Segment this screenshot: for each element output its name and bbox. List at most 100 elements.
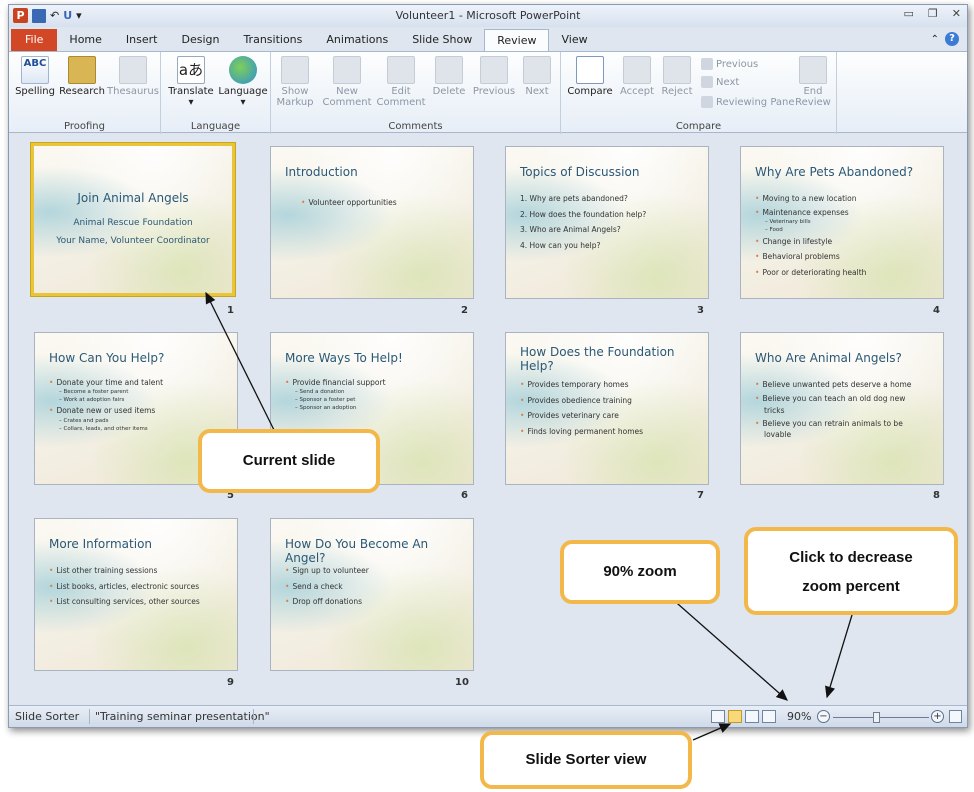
bullet: • List books, articles, electronic source… [49, 581, 200, 591]
edit-comment-button[interactable]: Edit Comment [375, 56, 427, 108]
group-proofing: ABC Spelling Research Thesaurus Proofing [9, 52, 161, 134]
research-button[interactable]: Research [59, 56, 105, 97]
thesaurus-icon [119, 56, 147, 84]
spelling-button[interactable]: ABC Spelling [13, 56, 57, 97]
tab-animations[interactable]: Animations [314, 29, 400, 51]
delete-comment-button[interactable]: Delete [429, 56, 469, 97]
translate-button[interactable]: aあ Translate ▾ [165, 56, 217, 108]
slide-bullets: • Volunteer opportunities [301, 195, 465, 211]
accept-button[interactable]: Accept [617, 56, 657, 97]
zoom-level[interactable]: 90% [787, 710, 811, 723]
status-bar: Slide Sorter "Training seminar presentat… [9, 705, 967, 727]
slide-title: Topics of Discussion [520, 165, 640, 179]
bullet: • List consulting services, other sources [49, 597, 200, 606]
slide-number: 9 [227, 677, 234, 688]
compare-previous-button[interactable]: Previous [701, 58, 758, 70]
language-button[interactable]: Language ▾ [217, 56, 269, 108]
bullet: • Moving to a new location [755, 194, 857, 203]
slide-title: How Can You Help? [49, 351, 165, 365]
zoom-slider-thumb[interactable] [872, 712, 880, 723]
compare-next-label: Next [716, 76, 740, 88]
normal-view-button[interactable] [711, 710, 725, 723]
view-name: Slide Sorter [15, 710, 80, 723]
new-comment-button[interactable]: New Comment [321, 56, 373, 108]
reject-icon [663, 56, 691, 84]
bullet: • Provide financial support [285, 378, 386, 387]
zoom-in-button[interactable]: + [931, 710, 944, 723]
sub-bullet: – Crates and pads [59, 418, 109, 424]
previous-icon [480, 56, 508, 84]
dropdown-arrow-icon: ▾ [188, 97, 194, 108]
callout-slide-sorter-view: Slide Sorter view [480, 731, 692, 789]
tab-slide-show[interactable]: Slide Show [400, 29, 484, 51]
slide-sorter-view-button[interactable] [728, 710, 742, 723]
theme-name[interactable]: "Training seminar presentation" [95, 710, 270, 723]
reject-button[interactable]: Reject [657, 56, 697, 97]
show-markup-button[interactable]: Show Markup [275, 56, 315, 108]
callout-current-slide: Current slide [198, 429, 380, 493]
slide-thumbnail-7[interactable]: How Does the Foundation Help? • Provides … [505, 332, 709, 485]
edit-comment-label-1: Edit [391, 86, 411, 97]
slide-thumbnail-3[interactable]: Topics of Discussion 1. Why are pets aba… [505, 146, 709, 299]
end-review-icon [799, 56, 827, 84]
slide-thumbnail-9[interactable]: More Information • List other training se… [34, 518, 238, 671]
ribbon-tabs: File Home Insert Design Transitions Anim… [9, 27, 967, 51]
previous-comment-button[interactable]: Previous [471, 56, 517, 97]
tab-review[interactable]: Review [484, 29, 550, 51]
tab-insert[interactable]: Insert [114, 29, 170, 51]
sub-bullet: – Sponsor an adoption [295, 405, 357, 411]
edit-comment-label-2: Comment [376, 97, 426, 108]
slide-thumbnail-2[interactable]: Introduction • Volunteer opportunities [270, 146, 474, 299]
slide-title: How Does the Foundation Help? [520, 345, 675, 373]
reviewing-pane-icon [701, 96, 713, 108]
show-markup-label-2: Markup [276, 97, 314, 108]
accept-label: Accept [619, 86, 655, 97]
end-review-button[interactable]: End Review [793, 56, 833, 108]
sub-bullet: – Become a foster parent [59, 389, 129, 395]
compare-next-button[interactable]: Next [701, 76, 739, 88]
bullet: • Behavioral problems [755, 252, 840, 261]
minimize-icon[interactable]: ▭ [904, 7, 914, 20]
restore-icon[interactable]: ❐ [928, 7, 938, 20]
slide-thumbnail-8[interactable]: Who Are Animal Angels? • Believe unwanted… [740, 332, 944, 485]
zoom-slider-track[interactable] [833, 717, 929, 718]
end-review-label-2: Review [795, 97, 831, 108]
slide-thumbnail-10[interactable]: How Do You Become An Angel? • Sign up to … [270, 518, 474, 671]
bullet: • Send a check [285, 581, 343, 591]
next-comment-button[interactable]: Next [519, 56, 555, 97]
minimize-ribbon-icon[interactable]: ⌃ [931, 34, 939, 45]
tab-view[interactable]: View [549, 29, 599, 51]
help-icon[interactable]: ? [945, 32, 959, 46]
zoom-out-button[interactable]: − [817, 710, 830, 723]
slide-thumbnail-4[interactable]: Why Are Pets Abandoned? • Moving to a new… [740, 146, 944, 299]
thesaurus-button[interactable]: Thesaurus [107, 56, 159, 97]
slide-title: Why Are Pets Abandoned? [755, 165, 914, 179]
tab-design[interactable]: Design [169, 29, 231, 51]
status-separator [89, 709, 90, 724]
group-label-compare: Compare [675, 121, 722, 132]
new-comment-label-1: New [336, 86, 358, 97]
slide-title: Who Are Animal Angels? [755, 351, 902, 365]
tab-file[interactable]: File [11, 29, 58, 51]
dropdown-arrow-icon: ▾ [240, 97, 246, 108]
next-change-icon [701, 76, 713, 88]
end-review-label-1: End [803, 86, 823, 97]
slide-show-button[interactable] [762, 710, 776, 723]
group-label-proofing: Proofing [64, 121, 105, 132]
show-markup-label-1: Show [281, 86, 309, 97]
slide-bullets: • Provide financial support – Send a dona… [285, 377, 465, 412]
window-title: Volunteer1 - Microsoft PowerPoint [395, 9, 581, 22]
slide-number: 8 [933, 490, 940, 501]
reading-view-button[interactable] [745, 710, 759, 723]
tab-transitions[interactable]: Transitions [231, 29, 314, 51]
close-icon[interactable]: ✕ [952, 7, 961, 20]
reviewing-pane-button[interactable]: Reviewing Pane [701, 96, 795, 108]
tab-home[interactable]: Home [57, 29, 113, 51]
callout-decrease-zoom: Click to decrease zoom percent [744, 527, 958, 615]
fit-to-window-button[interactable] [949, 710, 962, 723]
slide-thumbnail-1[interactable]: Join Animal Angels Animal Rescue Foundat… [31, 143, 235, 296]
group-label-language: Language [190, 121, 241, 132]
next-icon [523, 56, 551, 84]
compare-button[interactable]: Compare [565, 56, 615, 97]
bullet: • Sign up to volunteer [285, 566, 369, 575]
